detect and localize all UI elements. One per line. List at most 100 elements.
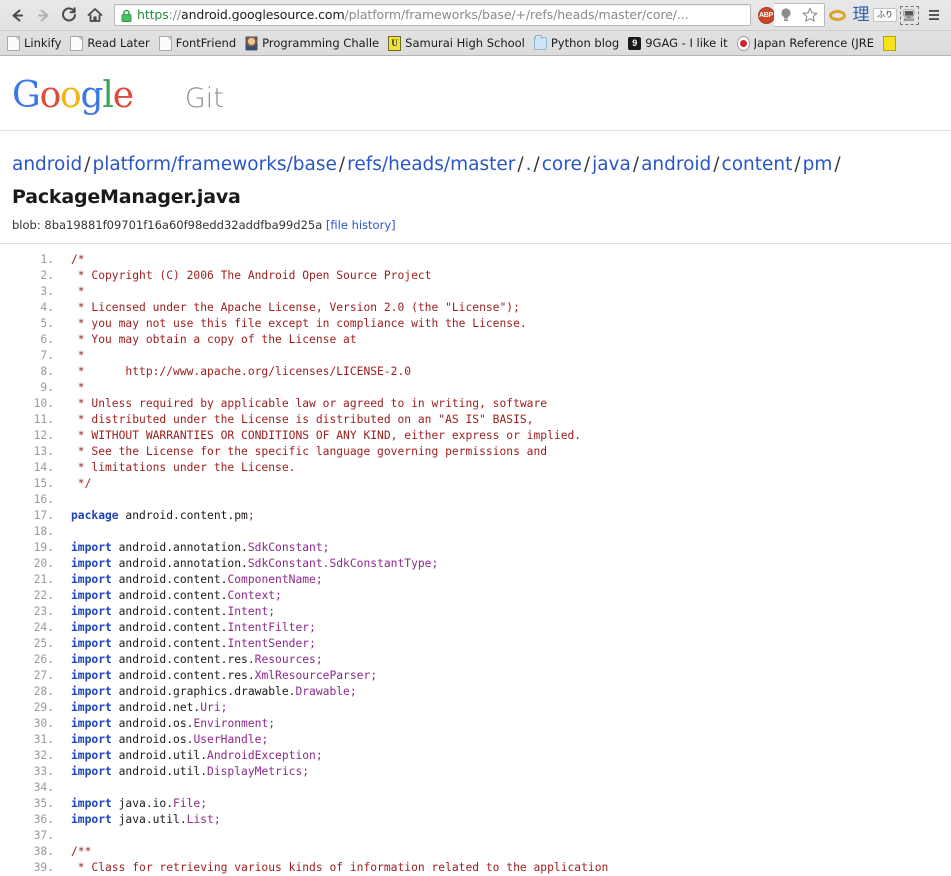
furigana-button[interactable]: ふり <box>873 3 897 27</box>
breadcrumb-item-content[interactable]: content <box>722 154 793 175</box>
code-line: 4 * Licensed under the Apache License, V… <box>22 300 951 316</box>
breadcrumb-item-java[interactable]: java <box>592 154 631 175</box>
line-number[interactable]: 5 <box>22 316 54 332</box>
breadcrumb-item-root[interactable]: . <box>526 154 532 175</box>
breadcrumb-item-pm[interactable]: pm <box>803 154 833 175</box>
line-number[interactable]: 21 <box>22 572 54 588</box>
lightbulb-button[interactable] <box>774 3 798 27</box>
code-token: * you may not use this file except in co… <box>71 317 527 330</box>
line-content: * <box>54 380 85 396</box>
line-number[interactable]: 28 <box>22 684 54 700</box>
bookmark-samurai-high-school[interactable]: U Samurai High School <box>385 33 531 54</box>
line-number[interactable]: 10 <box>22 396 54 412</box>
bookmark-japan-reference[interactable]: Japan Reference (JRE <box>734 33 880 54</box>
line-number[interactable]: 34 <box>22 780 54 796</box>
line-number[interactable]: 15 <box>22 476 54 492</box>
line-number[interactable]: 7 <box>22 348 54 364</box>
line-number[interactable]: 13 <box>22 444 54 460</box>
line-number[interactable]: 18 <box>22 524 54 540</box>
line-number[interactable]: 12 <box>22 428 54 444</box>
reload-button[interactable] <box>56 2 82 28</box>
line-number[interactable]: 9 <box>22 380 54 396</box>
line-number[interactable]: 20 <box>22 556 54 572</box>
breadcrumb-item-android-dir[interactable]: android <box>641 154 711 175</box>
code-token: Intent <box>227 605 268 618</box>
line-content: import android.content.ComponentName; <box>54 572 323 588</box>
browser-toolbar: https://android.googlesource.com/platfor… <box>0 0 951 30</box>
rikaikun-button[interactable]: 理 <box>849 3 873 27</box>
bookmark-linkify[interactable]: Linkify <box>4 33 67 54</box>
line-number[interactable]: 23 <box>22 604 54 620</box>
code-token: ; <box>248 509 255 522</box>
bookmark-9gag[interactable]: 9 9GAG - I like it <box>625 33 733 54</box>
back-button[interactable] <box>4 2 30 28</box>
bookmark-star-button[interactable] <box>798 3 822 27</box>
line-number[interactable]: 31 <box>22 732 54 748</box>
line-number[interactable]: 1 <box>22 252 54 268</box>
code-token: Uri <box>200 701 220 714</box>
line-number[interactable]: 25 <box>22 636 54 652</box>
line-number[interactable]: 26 <box>22 652 54 668</box>
code-token: import <box>71 765 112 778</box>
line-number[interactable]: 22 <box>22 588 54 604</box>
line-content: * <box>54 348 85 364</box>
line-number[interactable]: 39 <box>22 860 54 876</box>
line-number[interactable]: 3 <box>22 284 54 300</box>
code-token: import <box>71 717 112 730</box>
line-number[interactable]: 35 <box>22 796 54 812</box>
line-number[interactable]: 30 <box>22 716 54 732</box>
code-viewer[interactable]: 1/*2 * Copyright (C) 2006 The Android Op… <box>0 244 951 876</box>
line-number[interactable]: 29 <box>22 700 54 716</box>
line-number[interactable]: 24 <box>22 620 54 636</box>
product-name: Git <box>185 85 224 112</box>
line-number[interactable]: 11 <box>22 412 54 428</box>
line-number[interactable]: 37 <box>22 828 54 844</box>
line-number[interactable]: 8 <box>22 364 54 380</box>
breadcrumb-item-ref[interactable]: refs/heads/master <box>347 154 515 175</box>
home-button[interactable] <box>82 2 108 28</box>
code-line: 26import android.content.res.Resources; <box>22 652 951 668</box>
code-line: 15 */ <box>22 476 951 492</box>
line-number[interactable]: 17 <box>22 508 54 524</box>
browser-chrome: https://android.googlesource.com/platfor… <box>0 0 951 56</box>
forward-button[interactable] <box>30 2 56 28</box>
code-token: java.io. <box>112 797 173 810</box>
line-number[interactable]: 32 <box>22 748 54 764</box>
line-number[interactable]: 16 <box>22 492 54 508</box>
bookmark-overflow[interactable] <box>880 33 906 54</box>
bookmark-programming-challenges[interactable]: Programming Challe <box>242 33 385 54</box>
blob-label: blob: <box>12 218 41 232</box>
line-number[interactable]: 2 <box>22 268 54 284</box>
line-number[interactable]: 36 <box>22 812 54 828</box>
menu-button[interactable] <box>921 2 947 28</box>
evernote-clipper-button[interactable]: 🖥 <box>897 3 921 27</box>
breadcrumb-item-android[interactable]: android <box>12 154 82 175</box>
file-history-link[interactable]: [file history] <box>326 218 396 232</box>
japan-flag-icon <box>737 36 750 50</box>
code-line: 9 * <box>22 380 951 396</box>
code-token: android.os. <box>112 733 194 746</box>
line-content: * Copyright (C) 2006 The Android Open So… <box>54 268 431 284</box>
code-token: ; <box>214 813 221 826</box>
line-number[interactable]: 19 <box>22 540 54 556</box>
line-number[interactable]: 6 <box>22 332 54 348</box>
address-bar[interactable]: https://android.googlesource.com/platfor… <box>114 4 751 26</box>
code-line: 23import android.content.Intent; <box>22 604 951 620</box>
line-number[interactable]: 14 <box>22 460 54 476</box>
line-number[interactable]: 4 <box>22 300 54 316</box>
line-number[interactable]: 27 <box>22 668 54 684</box>
doc-icon <box>159 36 172 50</box>
ring-extension-button[interactable] <box>825 3 849 27</box>
breadcrumb-item-repo[interactable]: platform/frameworks/base <box>92 154 336 175</box>
bookmark-python-blog[interactable]: Python blog <box>531 33 625 54</box>
bookmark-label: Linkify <box>24 36 61 50</box>
line-number[interactable]: 33 <box>22 764 54 780</box>
code-token: ComponentName <box>227 573 315 586</box>
breadcrumb-item-core[interactable]: core <box>542 154 582 175</box>
adblock-plus-icon: ABP <box>758 7 775 24</box>
bookmark-read-later[interactable]: Read Later <box>67 33 155 54</box>
lightbulb-icon <box>779 7 793 23</box>
google-logo[interactable]: Google <box>12 78 133 114</box>
line-number[interactable]: 38 <box>22 844 54 860</box>
bookmark-fontfriend[interactable]: FontFriend <box>156 33 242 54</box>
